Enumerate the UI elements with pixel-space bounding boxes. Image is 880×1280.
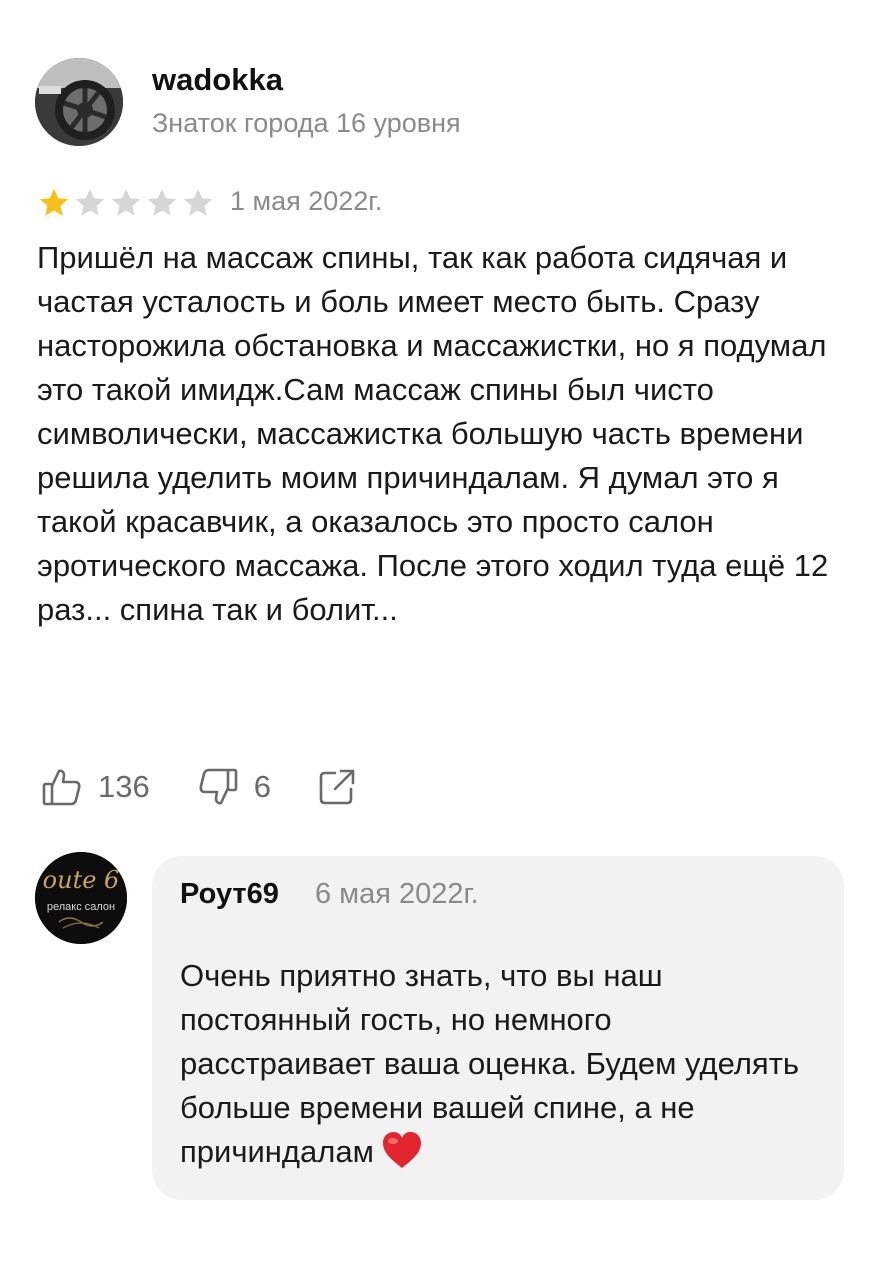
star-filled-icon [39, 188, 69, 216]
reply-date: 6 мая 2022г. [315, 878, 479, 910]
thumbs-up-icon [40, 765, 84, 809]
reply-author[interactable]: Роут69 [180, 878, 279, 911]
owner-logo-text: oute 6 [43, 866, 120, 894]
star-empty-icon [75, 188, 105, 216]
review-text: Пришёл на массаж спины, так как работа с… [37, 240, 829, 627]
heart-icon [380, 1130, 424, 1170]
thumbs-down-icon [196, 765, 240, 809]
star-empty-icon [183, 188, 213, 216]
reply-text-block: Очень приятно знать, что вы наш постоянн… [180, 954, 800, 1174]
like-button[interactable]: 136 [40, 765, 150, 809]
owner-logo-caption: релакс салон [47, 901, 115, 913]
dislike-count: 6 [253, 769, 271, 804]
star-empty-icon [111, 188, 141, 216]
author-level: Знаток города 16 уровня [152, 108, 461, 138]
author-avatar[interactable] [35, 58, 123, 146]
review-date: 1 мая 2022г. [230, 186, 383, 216]
share-button[interactable] [315, 765, 359, 809]
star-empty-icon [147, 188, 177, 216]
author-name[interactable]: wadokka [152, 62, 283, 98]
share-icon [315, 765, 359, 809]
like-count: 136 [98, 769, 150, 804]
rating-stars [37, 186, 215, 220]
reply-text: Очень приятно знать, что вы наш постоянн… [180, 958, 800, 1169]
dislike-button[interactable]: 6 [196, 765, 271, 809]
review-page: wadokka Знаток города 16 уровня 1 мая 20… [0, 0, 880, 1280]
review-actions: 136 6 [40, 762, 359, 812]
owner-avatar[interactable]: oute 6 релакс салон [35, 852, 127, 944]
